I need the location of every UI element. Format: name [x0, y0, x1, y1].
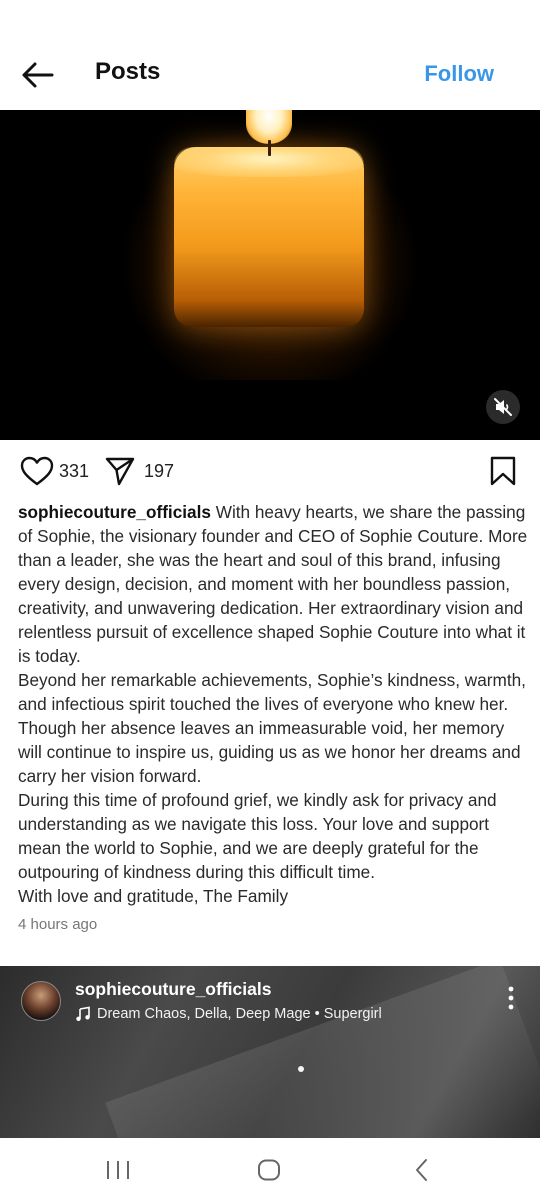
share-count: 197: [144, 461, 175, 481]
next-post-preview[interactable]: sophiecouture_officials Dream Chaos, Del…: [0, 966, 540, 1138]
heart-outline-icon: [20, 456, 54, 486]
home-button[interactable]: [257, 1159, 281, 1181]
send-icon: [105, 457, 135, 486]
caption-paragraph: Beyond her remarkable achievements, Soph…: [18, 670, 526, 786]
more-options-button[interactable]: [504, 984, 518, 1012]
post-timestamp: 4 hours ago: [18, 916, 98, 933]
back-button[interactable]: [18, 58, 58, 92]
music-note-icon: [76, 1006, 90, 1021]
post-video[interactable]: [0, 110, 540, 440]
like-count: 331: [59, 461, 90, 481]
next-post-username[interactable]: sophiecouture_officials: [75, 979, 271, 1000]
caption-username[interactable]: sophiecouture_officials: [18, 502, 211, 522]
recent-apps-icon: [107, 1161, 129, 1179]
caption-paragraph: During this time of profound grief, we k…: [18, 790, 497, 882]
muted-speaker-icon: [494, 398, 512, 416]
post-actions: 331 197: [0, 440, 540, 502]
share-button[interactable]: [104, 455, 136, 487]
music-label: Dream Chaos, Della, Deep Mage • Supergir…: [97, 1006, 382, 1022]
system-back-button[interactable]: [412, 1158, 432, 1182]
music-info[interactable]: Dream Chaos, Della, Deep Mage • Supergir…: [75, 1006, 382, 1022]
save-button[interactable]: [489, 456, 517, 486]
candle-wick: [268, 140, 271, 156]
vertical-dots-icon: [508, 986, 514, 1010]
system-nav-bar: [0, 1138, 540, 1200]
mute-button[interactable]: [486, 390, 520, 424]
caption-paragraph: sophiecouture_officials With heavy heart…: [18, 500, 528, 668]
post-caption: sophiecouture_officials With heavy heart…: [18, 500, 528, 908]
chevron-left-icon: [416, 1159, 427, 1181]
caption-paragraph: With love and gratitude, The Family: [18, 886, 289, 906]
follow-button[interactable]: Follow: [424, 61, 494, 87]
top-header: Posts Follow: [0, 0, 540, 110]
like-button[interactable]: [20, 456, 54, 486]
arrow-left-icon: [22, 62, 54, 88]
candle: [174, 147, 364, 327]
caption-text: With heavy hearts, we share the passing …: [18, 502, 528, 666]
home-icon: [258, 1159, 280, 1181]
avatar[interactable]: [21, 981, 61, 1021]
page-title: Posts: [95, 58, 161, 85]
bookmark-icon: [490, 456, 516, 486]
recent-apps-button[interactable]: [105, 1160, 131, 1180]
video-highlight: [298, 1066, 304, 1072]
